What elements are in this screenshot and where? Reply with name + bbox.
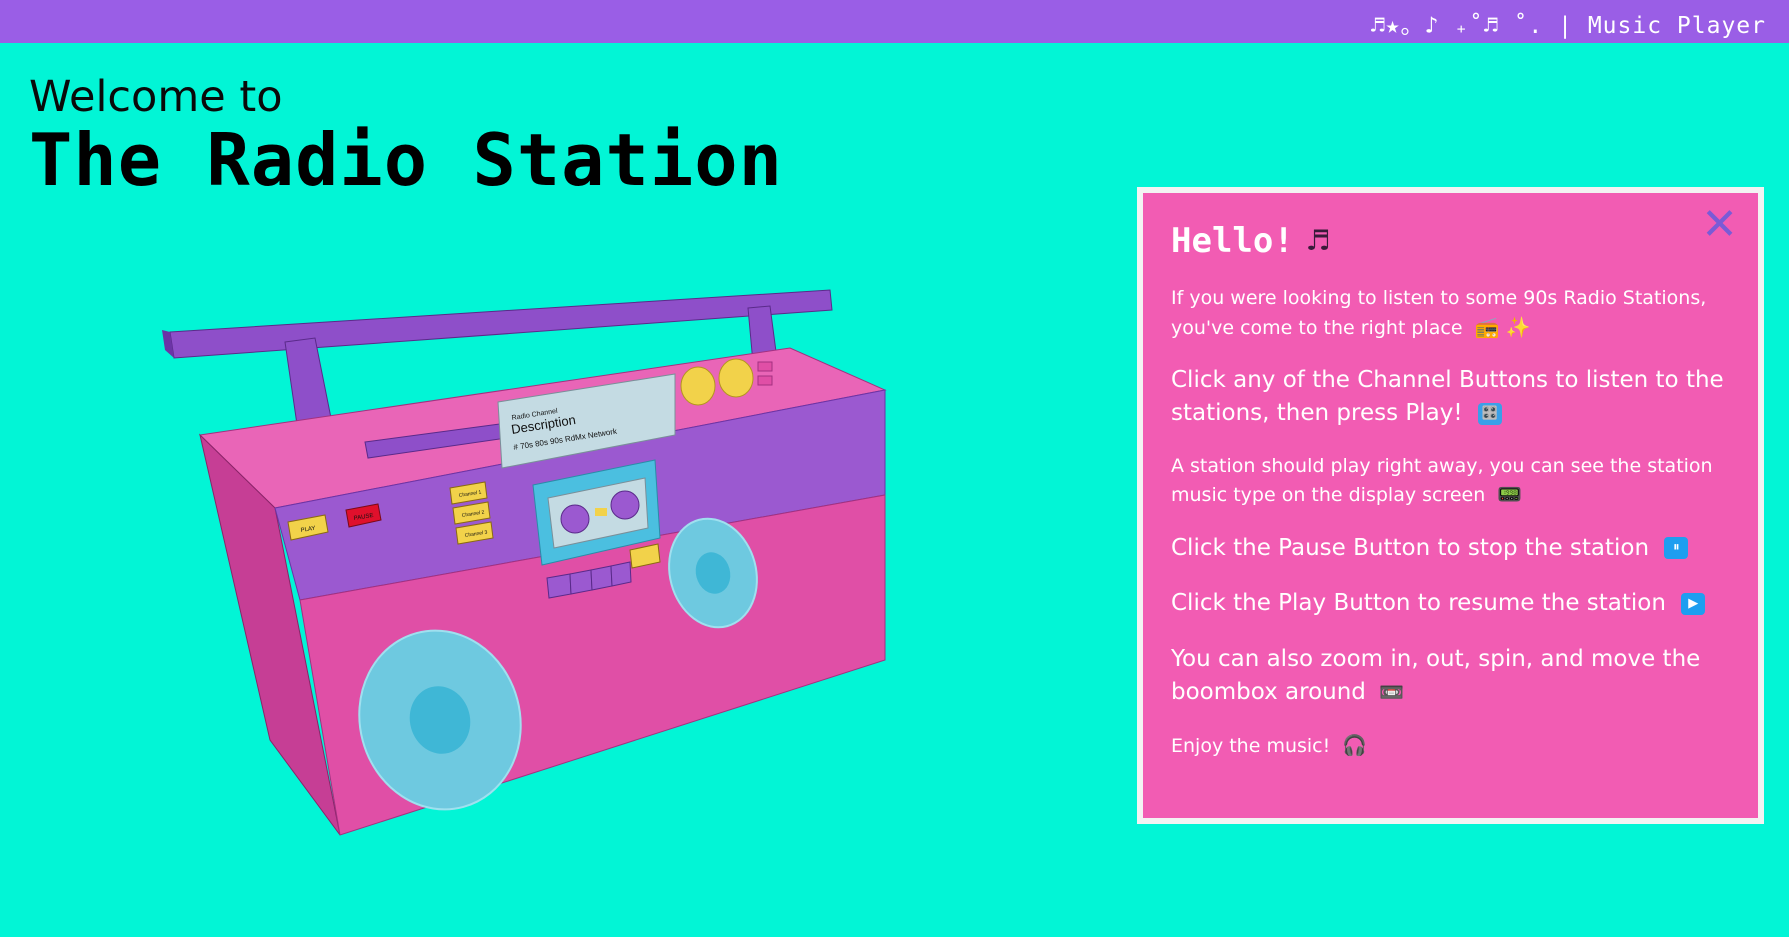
app-brand: ♬★。♪ ₊˚♬ ˚. | Music Player [1370,13,1766,39]
enjoy-text: Enjoy the music! 🎧 [1171,731,1730,761]
music-note-icon: ♬ [1307,221,1329,261]
pause-instructions-text: Click the Pause Button to stop the stati… [1171,534,1650,561]
play-icon: ▶ [1681,592,1706,615]
channel-instructions-text: Click any of the Channel Buttons to list… [1171,367,1724,427]
pause-icon: ⏸ [1664,537,1689,560]
zoom-instructions: You can also zoom in, out, spin, and mov… [1171,643,1730,710]
enjoy-text-label: Enjoy the music! [1171,735,1331,758]
pause-instructions: Click the Pause Button to stop the stati… [1171,532,1730,565]
panel-heading: Hello! ♬ [1171,221,1730,261]
cassette-button-2[interactable] [569,569,593,595]
control-knobs-icon: 🎛️ [1477,402,1502,425]
channel-instructions: Click any of the Channel Buttons to list… [1171,364,1730,431]
display-instructions-text: A station should play right away, you ca… [1171,454,1713,507]
radio-sparkles-icon: 📻 ✨ [1474,314,1531,339]
boombox-3d-canvas[interactable]: Radio Channel Description # 70s 80s 90s … [150,270,910,850]
volume-knob[interactable] [680,366,716,406]
cassette-button-4[interactable] [610,561,632,587]
zoom-instructions-text: You can also zoom in, out, spin, and mov… [1171,645,1701,705]
intro-text: If you were looking to listen to some 90… [1171,287,1707,339]
info-panel: ✕ Hello! ♬ If you were looking to listen … [1137,187,1764,824]
panel-heading-text: Hello! [1171,221,1294,261]
close-icon[interactable]: ✕ [1701,203,1738,247]
tone-knob[interactable] [718,358,754,398]
intro-paragraph: If you were looking to listen to some 90… [1171,285,1730,342]
cassette-icon: 📼 [1379,679,1405,704]
cassette-button-3[interactable] [590,565,613,591]
play-instructions-text: Click the Play Button to resume the stat… [1171,590,1666,617]
play-instructions: Click the Play Button to resume the stat… [1171,587,1730,620]
cassette-button-1[interactable] [546,573,572,599]
page-title: The Radio Station [29,118,783,202]
headphones-icon: 🎧 [1342,733,1368,758]
welcome-text: Welcome to [29,72,283,122]
display-instructions: A station should play right away, you ca… [1171,453,1730,510]
pager-icon: 📟 [1497,482,1523,507]
top-bar: ♬★。♪ ₊˚♬ ˚. | Music Player [0,0,1789,43]
